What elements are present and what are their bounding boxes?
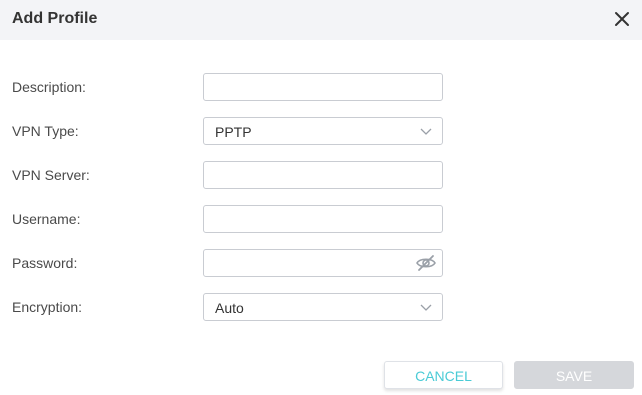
vpn-server-row: VPN Server: bbox=[0, 161, 642, 189]
cancel-button[interactable]: CANCEL bbox=[384, 361, 503, 389]
username-field-box bbox=[203, 205, 443, 233]
encryption-row: Encryption: Auto bbox=[0, 293, 642, 321]
add-profile-dialog: Add Profile Description: VPN Type: PPTP … bbox=[0, 0, 642, 395]
vpn-server-input[interactable] bbox=[204, 162, 442, 188]
dialog-title: Add Profile bbox=[12, 10, 98, 27]
vpn-server-label: VPN Server: bbox=[12, 167, 90, 183]
vpn-type-row: VPN Type: PPTP bbox=[0, 117, 642, 145]
encryption-label: Encryption: bbox=[12, 299, 83, 315]
encryption-selected-value: Auto bbox=[215, 300, 244, 316]
vpn-type-selected-value: PPTP bbox=[215, 124, 252, 140]
save-button[interactable]: SAVE bbox=[514, 361, 634, 389]
description-label: Description: bbox=[12, 79, 86, 95]
eye-slash-icon[interactable] bbox=[415, 253, 437, 273]
description-row: Description: bbox=[0, 73, 642, 101]
password-input[interactable] bbox=[204, 250, 442, 276]
username-label: Username: bbox=[12, 211, 81, 227]
close-button[interactable] bbox=[612, 9, 632, 29]
description-input[interactable] bbox=[204, 74, 442, 100]
password-row: Password: bbox=[0, 249, 642, 277]
encryption-select[interactable]: Auto bbox=[203, 293, 443, 321]
close-icon bbox=[615, 12, 629, 26]
username-row: Username: bbox=[0, 205, 642, 233]
chevron-down-icon bbox=[420, 128, 432, 135]
description-field-box bbox=[203, 73, 443, 101]
dialog-header: Add Profile bbox=[0, 0, 642, 40]
chevron-down-icon bbox=[420, 304, 432, 311]
password-label: Password: bbox=[12, 255, 78, 271]
password-field-box bbox=[203, 249, 443, 277]
username-input[interactable] bbox=[204, 206, 442, 232]
vpn-server-field-box bbox=[203, 161, 443, 189]
vpn-type-label: VPN Type: bbox=[12, 123, 79, 139]
vpn-type-select[interactable]: PPTP bbox=[203, 117, 443, 145]
